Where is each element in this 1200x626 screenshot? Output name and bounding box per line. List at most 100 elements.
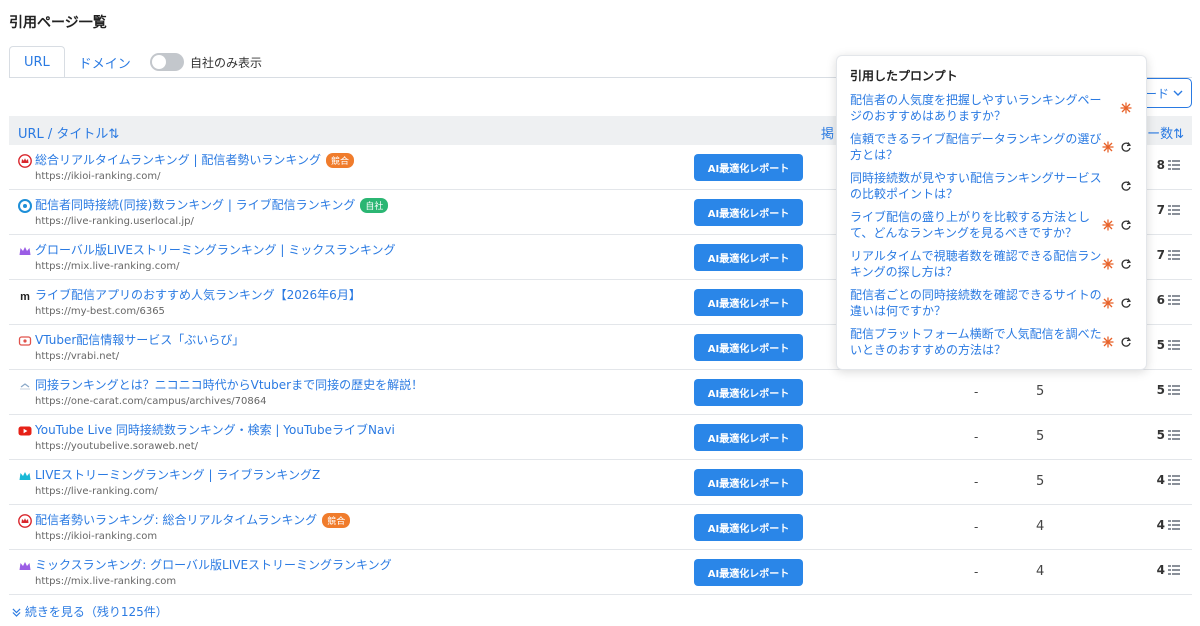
page-title-link[interactable]: ミックスランキング: グローバル版LIVEストリーミングランキング xyxy=(35,556,392,573)
cell-dash: - xyxy=(974,475,979,489)
vrabi-icon xyxy=(18,334,32,348)
ai-optimize-report-button[interactable]: AI最適化レポート xyxy=(694,559,803,586)
prompt-link[interactable]: リアルタイムで視聴者数を確認できる配信ランキングの探し方は？ xyxy=(850,248,1112,280)
page-url: https://ikioi-ranking.com/ xyxy=(35,171,161,182)
prompt-link[interactable]: 信頼できるライブ配信データランキングの選び方とは？ xyxy=(850,131,1112,163)
page-url: https://vrabi.net/ xyxy=(35,351,120,362)
sparkle-icon xyxy=(1102,141,1114,153)
list-detail-icon[interactable] xyxy=(1168,429,1180,441)
m-logo-icon: m xyxy=(18,289,32,303)
page-url: https://mix.live-ranking.com/ xyxy=(35,261,180,272)
list-detail-icon[interactable] xyxy=(1168,519,1180,531)
list-detail-icon[interactable] xyxy=(1168,204,1180,216)
ai-optimize-report-button[interactable]: AI最適化レポート xyxy=(694,154,803,181)
prompt-source-icons xyxy=(1120,180,1132,192)
status-badge: 競合 xyxy=(322,513,351,528)
ai-optimize-report-button[interactable]: AI最適化レポート xyxy=(694,424,803,451)
list-detail-icon[interactable] xyxy=(1168,159,1180,171)
cell-number: 4 xyxy=(1036,519,1045,534)
ai-optimize-report-button[interactable]: AI最適化レポート xyxy=(694,514,803,541)
page-url: https://ikioi-ranking.com xyxy=(35,531,158,542)
sparkle-icon xyxy=(1102,219,1114,231)
citation-count: 6 xyxy=(1157,293,1180,307)
crown-cyan-icon xyxy=(18,469,32,483)
page-title-text: ミックスランキング: グローバル版LIVEストリーミングランキング xyxy=(35,558,392,572)
list-detail-icon[interactable] xyxy=(1168,294,1180,306)
page-title-link[interactable]: 配信者勢いランキング: 総合リアルタイムランキング 競合 xyxy=(35,511,351,528)
prompt-link[interactable]: ライブ配信の盛り上がりを比較する方法として、どんなランキングを見るべきですか？ xyxy=(850,209,1112,241)
chevron-down-icon xyxy=(1173,90,1183,96)
ai-optimize-report-button[interactable]: AI最適化レポート xyxy=(694,379,803,406)
page-title-link[interactable]: ライブ配信アプリのおすすめ人気ランキング【2026年6月】 xyxy=(35,286,361,303)
cited-prompts-popover: 引用したプロンプト 配信者の人気度を把握しやすいランキングページのおすすめはあり… xyxy=(836,55,1147,370)
page-title-link[interactable]: 総合リアルタイムランキング | 配信者勢いランキング 競合 xyxy=(35,151,355,168)
page-title-link[interactable]: YouTube Live 同時接続数ランキング・検索 | YouTubeライブN… xyxy=(35,421,395,438)
page-title-link[interactable]: グローバル版LIVEストリーミングランキング | ミックスランキング xyxy=(35,241,396,258)
page-title-text: 配信者同時接続(同接)数ランキング | ライブ配信ランキング xyxy=(35,198,356,212)
tab-bar: URL ドメイン xyxy=(9,46,145,78)
page-title-text: VTuber配信情報サービス「ぶいらび」 xyxy=(35,333,245,347)
page-title-link[interactable]: 同接ランキングとは？ニコニコ時代からVtuberまで同接の歴史を解説！ xyxy=(35,376,423,393)
citation-count: 5 xyxy=(1157,383,1180,397)
crown-purple-icon xyxy=(18,559,32,573)
page-title-link[interactable]: VTuber配信情報サービス「ぶいらび」 xyxy=(35,331,244,348)
show-more-link[interactable]: 続きを見る（残り125件） xyxy=(12,603,168,620)
page-title-link[interactable]: LIVEストリーミングランキング | ライブランキングZ xyxy=(35,466,320,483)
status-badge: 競合 xyxy=(326,153,355,168)
tab-url[interactable]: URL xyxy=(9,46,65,78)
citation-count: 5 xyxy=(1157,338,1180,352)
list-detail-icon[interactable] xyxy=(1168,384,1180,396)
citation-count: 5 xyxy=(1157,428,1180,442)
prompt-link[interactable]: 配信者の人気度を把握しやすいランキングページのおすすめはありますか？ xyxy=(850,92,1112,124)
crown-red-icon xyxy=(18,154,32,168)
list-detail-icon[interactable] xyxy=(1168,474,1180,486)
double-chevron-down-icon xyxy=(12,608,21,617)
svg-text:m: m xyxy=(20,291,30,303)
list-detail-icon[interactable] xyxy=(1168,339,1180,351)
page-title-link[interactable]: 配信者同時接続(同接)数ランキング | ライブ配信ランキング 自社 xyxy=(35,196,389,213)
citation-count-value: 8 xyxy=(1156,158,1165,172)
prompt-source-icons xyxy=(1102,336,1132,348)
tab-domain[interactable]: ドメイン xyxy=(65,46,145,78)
ai-optimize-report-button[interactable]: AI最適化レポート xyxy=(694,334,803,361)
sort-count-header[interactable]: ー数⇅ xyxy=(1147,123,1184,142)
citation-count-value: 5 xyxy=(1156,428,1165,442)
sparkle-icon xyxy=(1102,297,1114,309)
table-row: YouTube Live 同時接続数ランキング・検索 | YouTubeライブN… xyxy=(9,415,1192,460)
sparkle-icon xyxy=(1102,336,1114,348)
prompt-link[interactable]: 配信者ごとの同時接続数を確認できるサイトの違いは何ですか？ xyxy=(850,287,1112,319)
page-title-text: ライブ配信アプリのおすすめ人気ランキング【2026年6月】 xyxy=(35,288,361,302)
prompt-link[interactable]: 同時接続数が見やすい配信ランキングサービスの比較ポイントは？ xyxy=(850,170,1112,202)
own-only-toggle[interactable] xyxy=(150,53,184,71)
ai-optimize-report-button[interactable]: AI最適化レポート xyxy=(694,469,803,496)
ai-optimize-report-button[interactable]: AI最適化レポート xyxy=(694,244,803,271)
citation-count-value: 4 xyxy=(1156,563,1165,577)
youtube-icon xyxy=(18,424,32,438)
cell-number: 4 xyxy=(1036,564,1045,579)
list-detail-icon[interactable] xyxy=(1168,249,1180,261)
citation-count: 4 xyxy=(1157,518,1180,532)
show-more-label: 続きを見る（残り125件） xyxy=(24,605,168,619)
ai-optimize-report-button[interactable]: AI最適化レポート xyxy=(694,289,803,316)
table-row: 同接ランキングとは？ニコニコ時代からVtuberまで同接の歴史を解説！ https… xyxy=(9,370,1192,415)
page-title-text: YouTube Live 同時接続数ランキング・検索 | YouTubeライブN… xyxy=(35,423,395,437)
prompt-source-icons xyxy=(1102,141,1132,153)
cell-number: 5 xyxy=(1036,429,1045,444)
table-row: ミックスランキング: グローバル版LIVEストリーミングランキング https:/… xyxy=(9,550,1192,595)
citation-count-value: 7 xyxy=(1156,248,1165,262)
citation-count-value: 6 xyxy=(1156,293,1165,307)
prompt-link[interactable]: 配信プラットフォーム横断で人気配信を調べたいときのおすすめの方法は？ xyxy=(850,326,1112,358)
refresh-icon xyxy=(1121,298,1132,308)
sort-url-title-header[interactable]: URL / タイトル⇅ xyxy=(18,123,119,142)
prompt-source-icons xyxy=(1102,219,1132,231)
prompt-source-icons xyxy=(1102,258,1132,270)
page-url: https://live-ranking.com/ xyxy=(35,486,158,497)
page-url: https://mix.live-ranking.com xyxy=(35,576,177,587)
refresh-icon xyxy=(1121,337,1132,347)
page-url: https://youtubelive.soraweb.net/ xyxy=(35,441,198,452)
cell-number: 5 xyxy=(1036,474,1045,489)
citation-count: 7 xyxy=(1157,248,1180,262)
list-detail-icon[interactable] xyxy=(1168,564,1180,576)
column-header-mid[interactable]: 掲 xyxy=(821,123,834,142)
ai-optimize-report-button[interactable]: AI最適化レポート xyxy=(694,199,803,226)
